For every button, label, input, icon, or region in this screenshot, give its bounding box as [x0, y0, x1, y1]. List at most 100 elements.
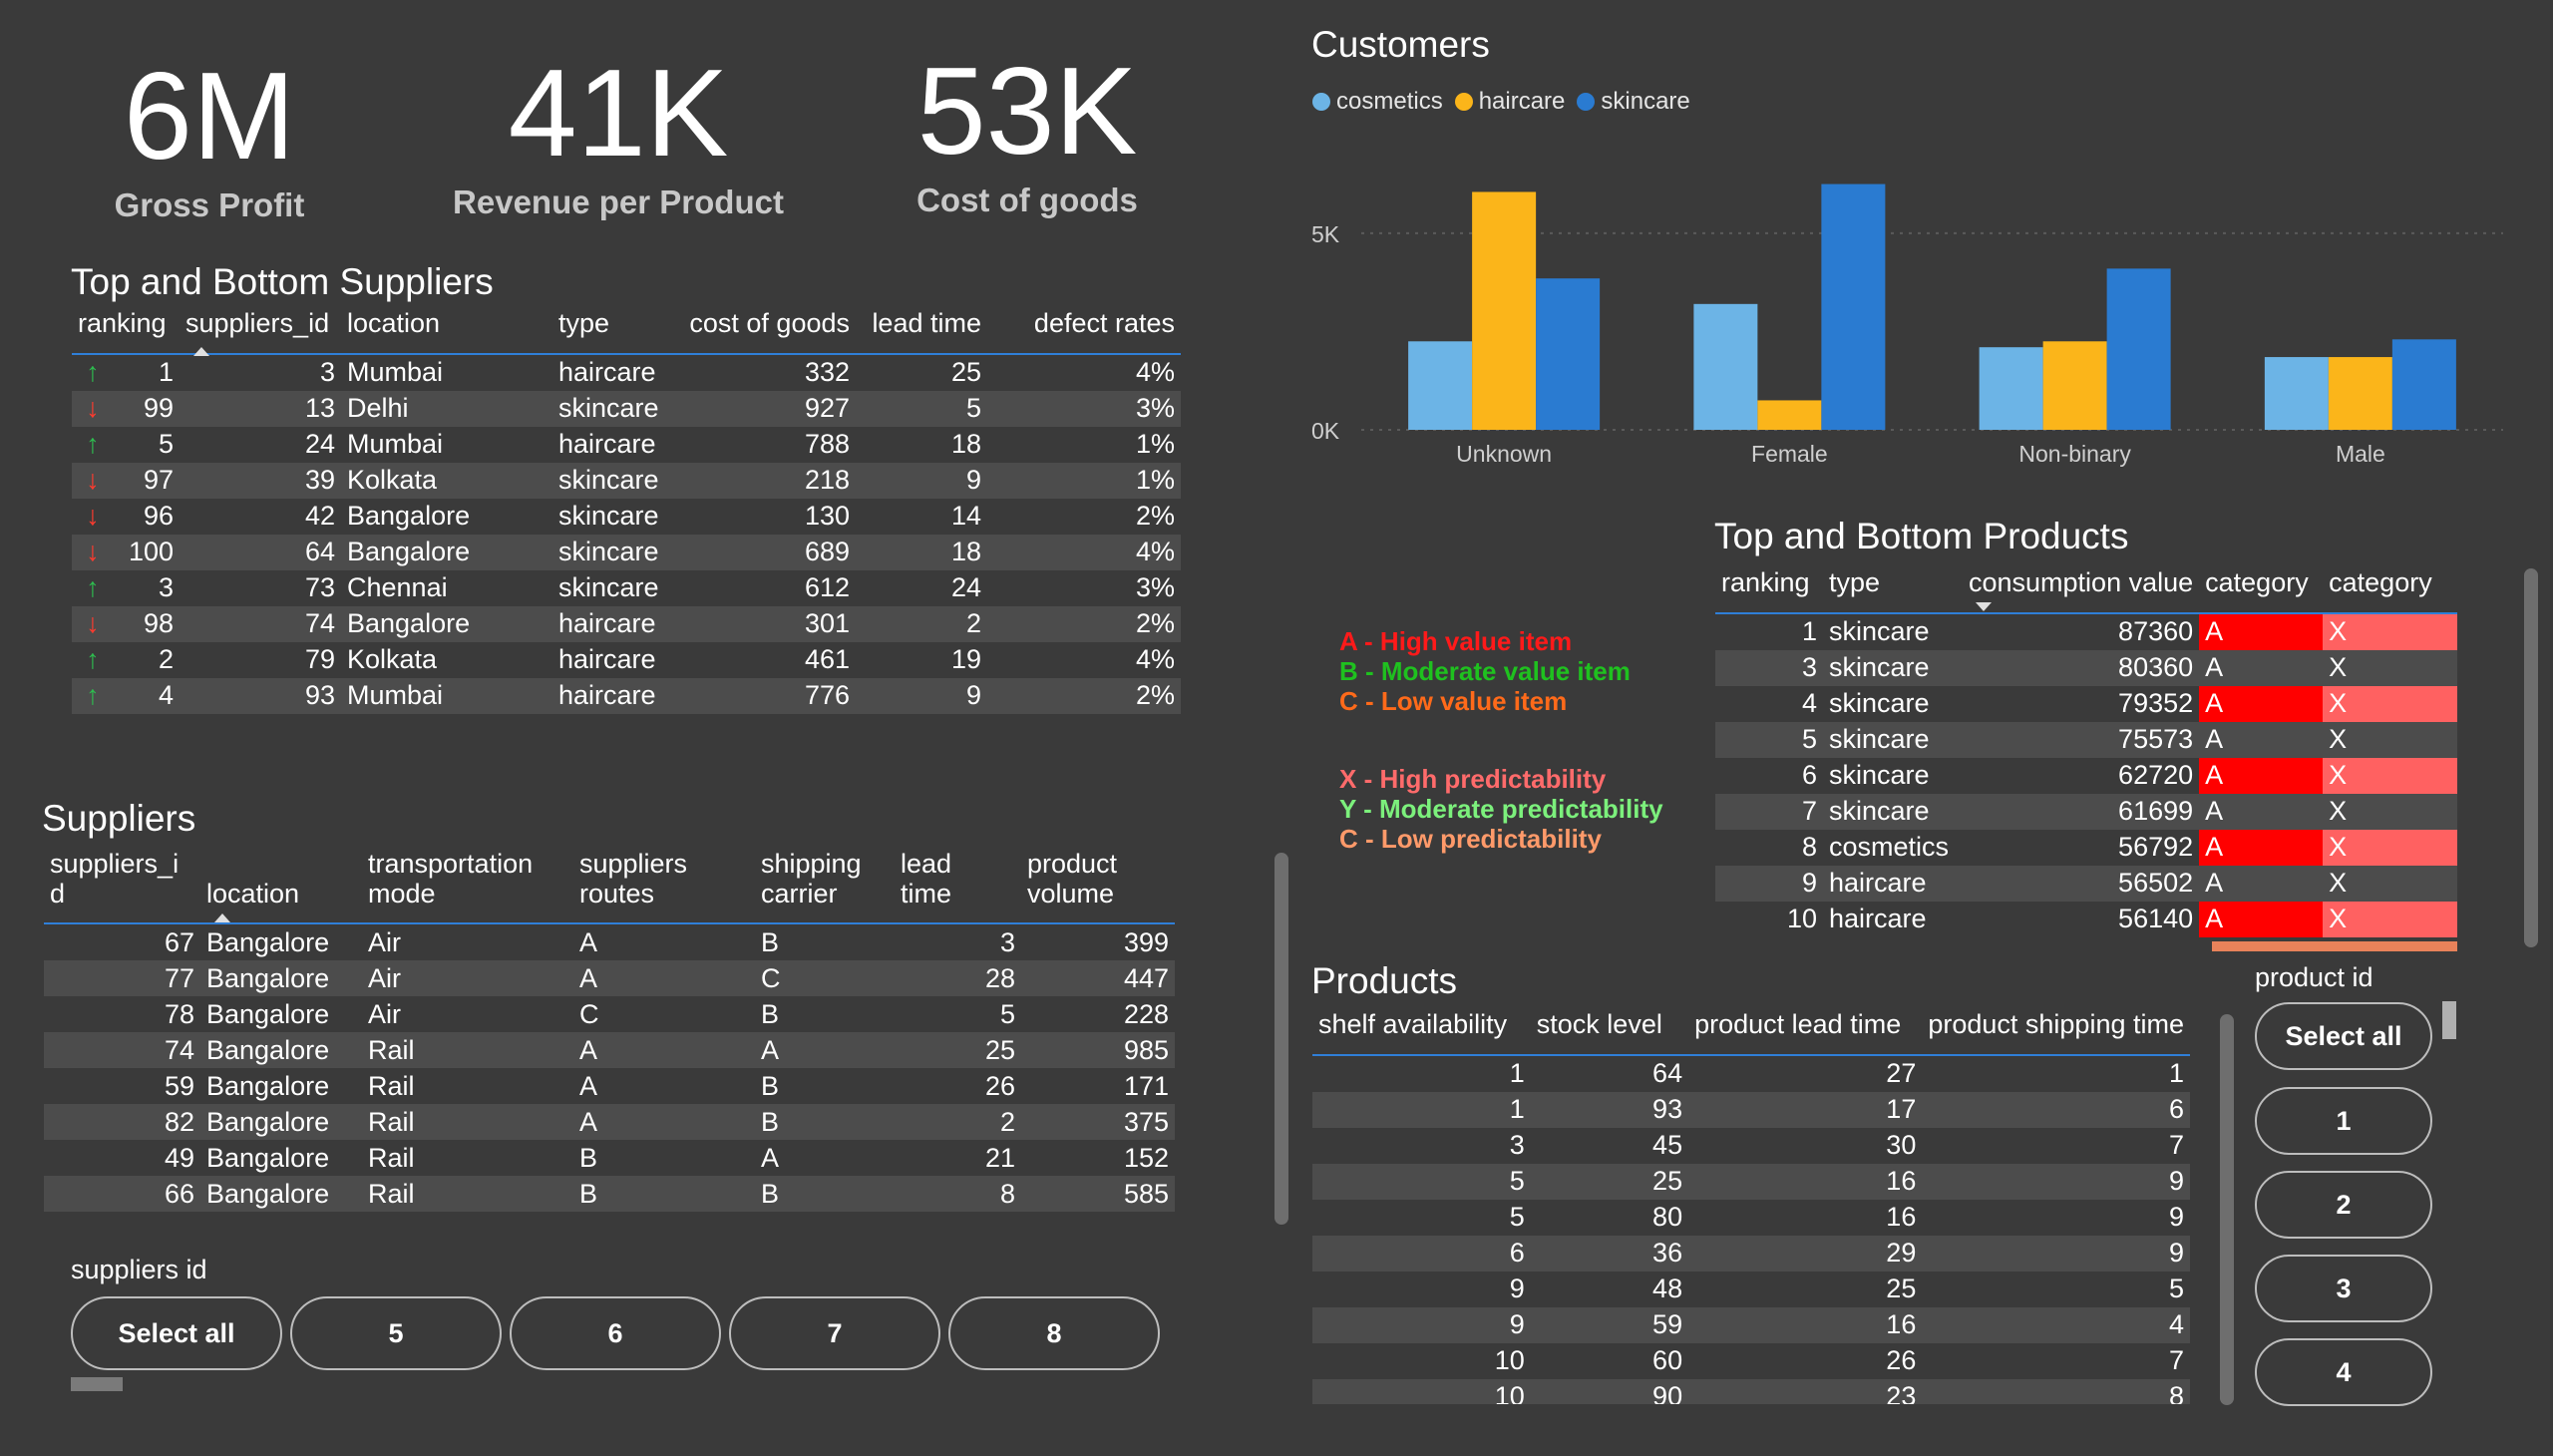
- col-category-xyz[interactable]: category: [2323, 568, 2457, 613]
- suppliers-id-option[interactable]: 5: [290, 1296, 502, 1370]
- table-row[interactable]: 78 Bangalore Air C B 5 228: [44, 996, 1175, 1032]
- table-row[interactable]: 8 cosmetics 56792 A X: [1715, 829, 2457, 866]
- table-row[interactable]: 4 skincare 79352 A X: [1715, 685, 2457, 722]
- bar-cosmetics[interactable]: [1408, 341, 1473, 430]
- table-row[interactable]: ↓ 96 42 Bangalore skincare 130 14 2%: [72, 499, 1181, 535]
- col-ranking[interactable]: ranking: [1715, 568, 1823, 613]
- table-row[interactable]: 10 90 23 8: [1312, 1378, 2190, 1404]
- col-lead-time[interactable]: lead time: [856, 308, 987, 354]
- stock-level-cell: 48: [1652, 1274, 1683, 1304]
- suppliers-id-option[interactable]: 6: [510, 1296, 721, 1370]
- table-row[interactable]: ↓ 97 39 Kolkata skincare 218 9 1%: [72, 462, 1181, 499]
- product-id-option[interactable]: 1: [2255, 1087, 2432, 1155]
- bar-haircare[interactable]: [2328, 357, 2392, 430]
- products-scrollbar[interactable]: [2220, 1014, 2234, 1405]
- defect-rate-cell: 2%: [1135, 501, 1175, 532]
- cost-cell: 689: [674, 534, 856, 570]
- col-type[interactable]: type: [1823, 568, 1963, 613]
- table-row[interactable]: 74 Bangalore Rail A A 25 985: [44, 1032, 1175, 1069]
- col-stock-level[interactable]: stock level: [1531, 1010, 1688, 1055]
- table-row[interactable]: 77 Bangalore Air A C 28 447: [44, 960, 1175, 997]
- table-row[interactable]: ↓ 98 74 Bangalore haircare 301 2 2%: [72, 605, 1181, 642]
- product-slicer-scroll-thumb[interactable]: [2442, 1001, 2456, 1039]
- table-row[interactable]: ↓ 99 13 Delhi skincare 927 5 3%: [72, 390, 1181, 427]
- table-row[interactable]: 3 45 30 7: [1312, 1128, 2190, 1164]
- table-row[interactable]: 5 80 16 9: [1312, 1200, 2190, 1236]
- col-cost-of-goods[interactable]: cost of goods: [674, 308, 856, 354]
- consumption-value-cell: 56502: [1963, 865, 2200, 902]
- col-product-lead-time[interactable]: product lead time: [1688, 1010, 1922, 1055]
- kpi-revenue-per-product: 41K Revenue per Product: [429, 52, 808, 221]
- product-volume-cell: 228: [1123, 998, 1169, 1029]
- table-row[interactable]: 9 haircare 56502 A X: [1715, 865, 2457, 902]
- arrow-up-icon: ↑: [86, 429, 100, 460]
- bar-skincare[interactable]: [2391, 339, 2456, 430]
- table-row[interactable]: 1 64 27 1: [1312, 1055, 2190, 1092]
- col-suppliers-id[interactable]: suppliers_id: [44, 849, 200, 923]
- table-row[interactable]: ↓ 100 64 Bangalore skincare 689 18 4%: [72, 534, 1181, 570]
- bar-haircare[interactable]: [1757, 400, 1822, 430]
- suppliers-id-option[interactable]: 8: [948, 1296, 1160, 1370]
- table-row[interactable]: 59 Bangalore Rail A B 26 171: [44, 1068, 1175, 1104]
- col-location[interactable]: location: [341, 308, 552, 354]
- table-row[interactable]: ↑ 5 24 Mumbai haircare 788 18 1%: [72, 427, 1181, 463]
- suppliers-scrollbar[interactable]: [1275, 853, 1288, 1225]
- table-row[interactable]: 49 Bangalore Rail B A 21 152: [44, 1140, 1175, 1176]
- shelf-availability-cell: 5: [1509, 1202, 1525, 1233]
- product-id-option[interactable]: 4: [2255, 1338, 2432, 1406]
- col-consumption-value[interactable]: consumption value: [1963, 568, 2199, 613]
- ranking-value: 100: [128, 537, 174, 567]
- top-bottom-products-scrollbar[interactable]: [2524, 568, 2538, 947]
- table-row[interactable]: 7 skincare 61699 A X: [1715, 793, 2457, 830]
- table-row[interactable]: 5 skincare 75573 A X: [1715, 721, 2457, 758]
- col-product-volume[interactable]: product volume: [1021, 849, 1175, 923]
- product-id-option[interactable]: 2: [2255, 1171, 2432, 1239]
- legend-item[interactable]: cosmetics: [1312, 88, 1443, 115]
- bar-haircare[interactable]: [2042, 341, 2107, 430]
- bar-haircare[interactable]: [1472, 191, 1537, 430]
- col-defect-rates[interactable]: defect rates: [987, 308, 1181, 354]
- table-row[interactable]: 5 25 16 9: [1312, 1163, 2190, 1200]
- shipping-time-cell: 9: [2168, 1202, 2184, 1233]
- table-row[interactable]: 82 Bangalore Rail A B 2 375: [44, 1104, 1175, 1141]
- table-row[interactable]: ↑ 1 3 Mumbai haircare 332 25 4%: [72, 354, 1181, 391]
- select-all-button[interactable]: Select all: [71, 1296, 282, 1370]
- table-row[interactable]: 66 Bangalore Rail B B 8 585: [44, 1176, 1175, 1213]
- legend-item[interactable]: haircare: [1454, 88, 1565, 115]
- bar-skincare[interactable]: [1536, 278, 1601, 430]
- table-row[interactable]: 9 48 25 5: [1312, 1272, 2190, 1307]
- col-suppliers-routes[interactable]: suppliers routes: [573, 849, 755, 923]
- col-category-abc[interactable]: category: [2199, 568, 2323, 613]
- table-row[interactable]: 9 59 16 4: [1312, 1306, 2190, 1343]
- bar-skincare[interactable]: [2106, 268, 2171, 430]
- suppliers-id-option[interactable]: 7: [729, 1296, 940, 1370]
- bar-cosmetics[interactable]: [2264, 357, 2329, 430]
- col-lead-time[interactable]: lead time: [895, 849, 1021, 923]
- col-shelf-availability[interactable]: shelf availability: [1312, 1010, 1531, 1055]
- table-row[interactable]: 67 Bangalore Air A B 3 399: [44, 923, 1175, 960]
- slicer-scroll-thumb[interactable]: [71, 1377, 123, 1391]
- table-row[interactable]: 1 skincare 87360 A X: [1715, 612, 2457, 650]
- table-row[interactable]: 10 haircare 56140 A X: [1715, 901, 2457, 937]
- legend-item[interactable]: skincare: [1577, 88, 1690, 115]
- table-row[interactable]: 10 60 26 7: [1312, 1343, 2190, 1379]
- table-row[interactable]: 6 skincare 62720 A X: [1715, 757, 2457, 794]
- bar-cosmetics[interactable]: [1979, 347, 2043, 430]
- col-shipping-carrier[interactable]: shipping carrier: [755, 849, 895, 923]
- col-transportation-mode[interactable]: transportation mode: [362, 849, 573, 923]
- table-row[interactable]: 1 93 17 6: [1312, 1091, 2190, 1128]
- table-row[interactable]: ↑ 4 93 Mumbai haircare 776 9 2%: [72, 677, 1181, 714]
- product-volume-cell: 985: [1021, 1032, 1175, 1069]
- col-ranking[interactable]: ranking: [72, 308, 180, 354]
- col-type[interactable]: type: [552, 308, 674, 354]
- col-product-shipping-time[interactable]: product shipping time: [1922, 1010, 2190, 1055]
- bar-skincare[interactable]: [1821, 183, 1886, 430]
- table-row[interactable]: 6 36 29 9: [1312, 1235, 2190, 1272]
- product-id-option[interactable]: 3: [2255, 1255, 2432, 1322]
- table-row[interactable]: 3 skincare 80360 A X: [1715, 649, 2457, 686]
- kpi-value: 41K: [508, 45, 729, 182]
- table-row[interactable]: ↑ 3 73 Chennai skincare 612 24 3%: [72, 570, 1181, 606]
- bar-cosmetics[interactable]: [1693, 303, 1758, 430]
- select-all-button[interactable]: Select all: [2255, 1002, 2432, 1070]
- table-row[interactable]: ↑ 2 79 Kolkata haircare 461 19 4%: [72, 642, 1181, 678]
